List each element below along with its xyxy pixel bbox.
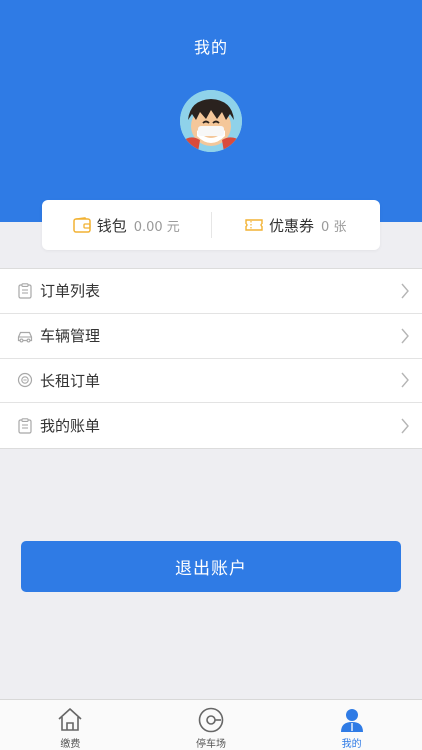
menu-item-label: 长租订单	[40, 371, 101, 390]
home-icon	[58, 708, 82, 731]
menu-item-label: 我的账单	[40, 417, 101, 436]
menu-list: 订单列表 车辆管理 长租订单 我的账单	[0, 268, 422, 449]
car-icon	[17, 331, 33, 343]
logout-button[interactable]: 退出账户	[21, 541, 401, 592]
tab-mine[interactable]: 我的	[281, 700, 422, 750]
coupon-label: 优惠券	[269, 216, 315, 235]
wallet-entry[interactable]: 钱包 0.00 元	[42, 200, 211, 250]
menu-item-label: 车辆管理	[40, 327, 101, 346]
tab-parking-lot[interactable]: 停车场	[141, 700, 282, 750]
chevron-right-icon	[401, 328, 409, 344]
wallet-card: 钱包 0.00 元 优惠券 0 张	[42, 200, 380, 250]
menu-item-long-term-order[interactable]: 长租订单	[0, 359, 422, 404]
profile-header: 我的	[0, 0, 422, 222]
wallet-label: 钱包	[96, 216, 127, 235]
menu-item-vehicle-management[interactable]: 车辆管理	[0, 314, 422, 359]
chevron-right-icon	[401, 372, 409, 388]
tab-payment[interactable]: 缴费	[0, 700, 141, 750]
tab-label: 我的	[341, 739, 362, 750]
tab-label: 停车场	[196, 739, 226, 750]
menu-item-label: 订单列表	[40, 282, 101, 301]
parking-icon	[198, 707, 224, 733]
clipboard-icon	[18, 283, 32, 299]
bottom-tab-bar: 缴费 停车场 我的	[0, 699, 422, 750]
coupon-count: 0 张	[321, 219, 347, 235]
circle-badge-icon	[17, 373, 33, 388]
menu-item-my-bills[interactable]: 我的账单	[0, 403, 422, 448]
menu-item-order-list[interactable]: 订单列表	[0, 269, 422, 314]
ticket-icon	[245, 219, 263, 231]
page-title: 我的	[193, 38, 228, 57]
coupon-entry[interactable]: 优惠券 0 张	[212, 200, 381, 250]
wallet-balance: 0.00 元	[133, 219, 180, 235]
clipboard-icon	[18, 417, 32, 434]
tab-label: 缴费	[60, 739, 81, 750]
chevron-right-icon	[401, 283, 409, 299]
avatar[interactable]	[180, 90, 242, 152]
chevron-right-icon	[401, 418, 409, 434]
wallet-icon	[72, 217, 91, 233]
cartoon-avatar-icon	[180, 90, 242, 152]
user-icon	[340, 709, 363, 732]
